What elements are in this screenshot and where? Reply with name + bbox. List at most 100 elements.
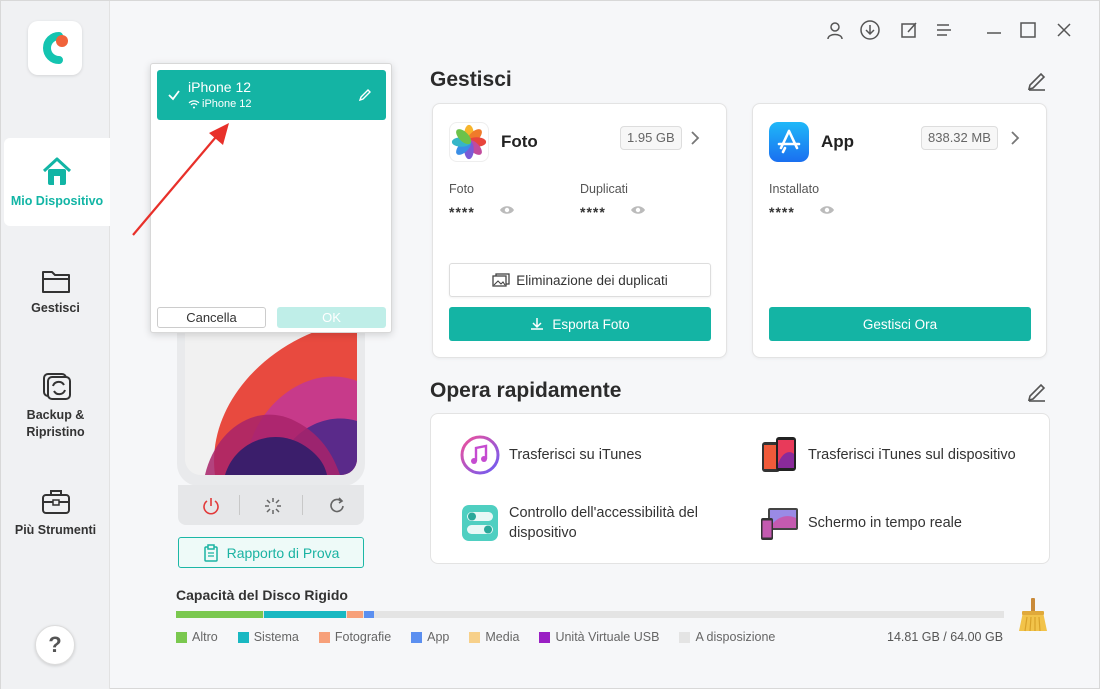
quick-item-realtime-screen[interactable]: Schermo in tempo reale: [758, 502, 1048, 544]
quick-item-accessibility-check[interactable]: Controllo dell'accessibilità del disposi…: [459, 502, 749, 544]
legend-label: Altro: [192, 630, 218, 644]
eye-icon[interactable]: [630, 204, 646, 216]
sidebar-item-my-device[interactable]: Mio Dispositivo: [4, 138, 110, 226]
help-icon: ?: [48, 632, 62, 657]
cancel-button[interactable]: Cancella: [157, 307, 266, 328]
edit-manage-icon[interactable]: [1026, 70, 1048, 92]
apps-title: App: [821, 132, 855, 151]
quick-item-transfer-to-itunes[interactable]: Trasferisci su iTunes: [459, 434, 739, 476]
edit-icon[interactable]: [358, 88, 372, 102]
feedback-icon[interactable]: [898, 19, 920, 41]
export-photos-button[interactable]: Esporta Foto: [449, 307, 711, 341]
loading-icon[interactable]: [262, 495, 284, 517]
sidebar-item-label: Mio Dispositivo: [10, 194, 104, 208]
chevron-right-icon[interactable]: [689, 130, 701, 146]
app-window: Mio Dispositivo Gestisci Backup & Ripris…: [0, 0, 1100, 689]
legend-item: Media: [469, 630, 519, 644]
home-icon: [42, 157, 72, 185]
photos-size-badge: 1.95 GB: [620, 126, 682, 150]
legend-label: Sistema: [253, 630, 299, 644]
refresh-icon[interactable]: [326, 495, 348, 517]
sidebar-item-label: Backup & Ripristino: [26, 408, 85, 439]
clipboard-icon: [203, 543, 218, 562]
installed-label: Installato: [769, 182, 820, 196]
phone-transfer-icon: [762, 437, 796, 472]
download-icon[interactable]: [859, 19, 881, 41]
legend-item: Unità Virtuale USB: [539, 630, 659, 644]
quick-item-label: Controllo dell'accessibilità del disposi…: [509, 505, 698, 541]
quick-item-label: Trasferisci iTunes sul dispositivo: [808, 447, 1016, 463]
disk-segment: [263, 611, 346, 618]
toggle-icon: [462, 505, 498, 541]
eye-icon[interactable]: [819, 204, 835, 216]
ok-button[interactable]: OK: [277, 307, 386, 328]
apps-size-badge: 838.32 MB: [921, 126, 998, 150]
eye-icon[interactable]: [499, 204, 515, 216]
test-report-button[interactable]: Rapporto di Prova: [178, 537, 364, 568]
disk-segment: [176, 611, 263, 618]
folder-icon: [41, 271, 70, 293]
app-store-icon: [769, 122, 809, 162]
legend-swatch: [411, 631, 423, 643]
photos-title: Foto: [501, 132, 538, 151]
quick-item-label: Trasferisci su iTunes: [509, 447, 642, 463]
manage-section-title: Gestisci: [430, 68, 512, 91]
disk-capacity-title: Capacità del Disco Rigido: [176, 587, 348, 603]
quick-item-itunes-to-device[interactable]: Trasferisci iTunes sul dispositivo: [758, 434, 1048, 476]
app-logo: [28, 21, 82, 75]
installed-value: ****: [769, 204, 795, 220]
disk-usage-bar: [176, 611, 1004, 618]
close-icon[interactable]: [1053, 19, 1075, 41]
legend-item: App: [411, 630, 449, 644]
duplicates-label: Duplicati: [580, 182, 628, 196]
phone-preview: [177, 321, 365, 486]
minimize-icon[interactable]: [983, 19, 1005, 41]
wifi-icon: [188, 100, 200, 109]
test-report-label: Rapporto di Prova: [226, 544, 340, 561]
photos-count-value: ****: [449, 204, 475, 220]
annotation-arrow: [132, 123, 229, 236]
legend-swatch: [539, 631, 551, 643]
backup-icon: [42, 373, 71, 400]
sidebar-item-backup[interactable]: Backup & Ripristino: [1, 371, 110, 441]
screen-mirror-icon: [761, 508, 798, 540]
menu-icon[interactable]: [933, 19, 955, 41]
photos-card[interactable]: Foto 1.95 GB Foto **** Duplicati **** El…: [432, 103, 727, 358]
device-name: iPhone 12: [188, 79, 252, 95]
sidebar-item-manage[interactable]: Gestisci: [1, 267, 110, 315]
photos-count-label: Foto: [449, 182, 475, 196]
manage-now-button[interactable]: Gestisci Ora: [769, 307, 1031, 341]
legend-label: App: [427, 630, 450, 644]
disk-total: 14.81 GB / 64.00 GB: [887, 630, 1004, 644]
manage-now-label: Gestisci Ora: [862, 316, 938, 332]
legend-item: Altro: [176, 630, 218, 644]
legend-swatch: [318, 631, 330, 643]
export-icon: [531, 318, 544, 330]
toolbox-icon: [41, 490, 70, 514]
power-icon[interactable]: [200, 495, 222, 517]
check-icon: [168, 90, 180, 101]
legend-label: A disposizione: [695, 630, 776, 644]
sidebar-item-more-tools[interactable]: Più Strumenti: [1, 487, 110, 537]
photos-icon: [449, 122, 489, 162]
device-connection-label: iPhone 12: [202, 98, 252, 110]
maximize-icon[interactable]: [1017, 19, 1039, 41]
apps-card[interactable]: App 838.32 MB Installato **** Gestisci O…: [752, 103, 1047, 358]
quick-item-label: Schermo in tempo reale: [808, 515, 962, 531]
remove-duplicates-button[interactable]: Eliminazione dei duplicati: [449, 263, 711, 297]
account-icon[interactable]: [824, 19, 846, 41]
quick-actions-card: Trasferisci su iTunes Trasferisci iTunes…: [430, 413, 1050, 564]
broom-icon[interactable]: [1016, 597, 1050, 633]
legend-swatch: [176, 631, 187, 643]
disk-legend: Altro Sistema Fotografie App Media Unità Virt…: [176, 630, 775, 644]
quick-section-title: Opera rapidamente: [430, 379, 622, 402]
disk-segment: [363, 611, 375, 618]
help-button[interactable]: ?: [35, 625, 75, 665]
edit-quick-icon[interactable]: [1026, 381, 1048, 403]
sidebar: Mio Dispositivo Gestisci Backup & Ripris…: [1, 1, 110, 689]
chevron-right-icon[interactable]: [1009, 130, 1021, 146]
device-list-item[interactable]: iPhone 12 iPhone 12: [157, 70, 386, 120]
sidebar-item-label: Più Strumenti: [14, 523, 97, 537]
legend-item: Fotografie: [318, 630, 391, 644]
remove-duplicates-label: Eliminazione dei duplicati: [516, 272, 668, 288]
